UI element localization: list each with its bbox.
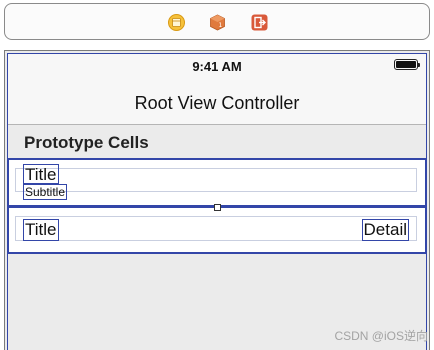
battery-icon (394, 59, 420, 70)
cell-content-view[interactable] (15, 168, 417, 192)
device-frame: 9:41 AM Root View Controller Prototype C… (4, 50, 430, 350)
table-cell-subtitle[interactable]: Title Subtitle (8, 158, 426, 208)
cell-resize-handle[interactable] (214, 204, 221, 211)
section-header: Prototype Cells (24, 133, 149, 152)
view-controller-icon[interactable] (168, 14, 185, 31)
watermark: CSDN @iOS逆向 (334, 329, 428, 343)
exit-icon[interactable] (251, 14, 268, 31)
table-cell-right-detail[interactable]: Title Detail (8, 206, 426, 254)
cell-title-label[interactable]: Title (23, 219, 59, 241)
status-time: 9:41 AM (192, 59, 242, 74)
nav-title[interactable]: Root View Controller (8, 93, 426, 114)
cell-title-label[interactable]: Title (23, 164, 59, 184)
navigation-bar[interactable]: Root View Controller (8, 76, 426, 125)
status-bar: 9:41 AM (8, 54, 426, 76)
cell-subtitle-label[interactable]: Subtitle (23, 184, 68, 200)
cell-content-view[interactable] (15, 216, 417, 241)
svg-text:1: 1 (219, 22, 223, 29)
first-responder-icon[interactable]: 1 (209, 14, 226, 31)
scene-dock: 1 (4, 3, 430, 40)
view-controller-canvas[interactable]: 9:41 AM Root View Controller Prototype C… (7, 53, 427, 350)
cell-detail-label[interactable]: Detail (361, 219, 409, 241)
